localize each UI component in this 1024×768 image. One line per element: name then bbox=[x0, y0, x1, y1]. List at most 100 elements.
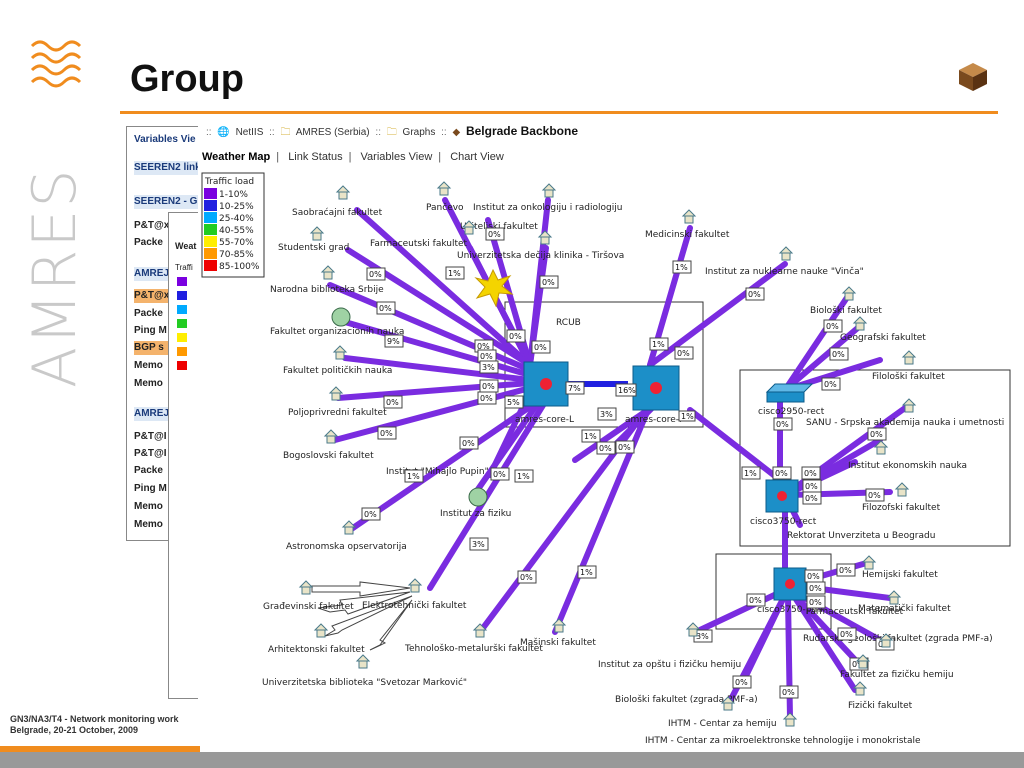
footer-date: Belgrade, 20-21 October, 2009 bbox=[10, 725, 139, 735]
node-label[interactable]: Farmaceutski fakultet bbox=[370, 239, 468, 249]
node-labels: Saobraćajni fakultet Studentski grad Far… bbox=[262, 202, 1004, 746]
house-icon bbox=[335, 185, 351, 200]
node-label[interactable]: Građevinski fakultet bbox=[263, 602, 354, 612]
traffic-percent: 0% bbox=[832, 350, 845, 359]
node-label[interactable]: Bogoslovski fakultet bbox=[283, 451, 374, 461]
traffic-percent: 0% bbox=[462, 439, 475, 448]
traffic-percent: 0% bbox=[509, 332, 522, 341]
legend-item: 85-100% bbox=[219, 262, 260, 272]
house-icon bbox=[778, 246, 794, 261]
house-icon bbox=[855, 654, 871, 669]
node-label[interactable]: Rudarsko geološki fakultet (zgrada PMF-a… bbox=[803, 633, 993, 644]
traffic-percent: 9% bbox=[387, 337, 400, 346]
router-label: amres-core-P bbox=[625, 415, 685, 425]
node-label[interactable]: Rektorat Unverziteta u Beogradu bbox=[787, 531, 935, 541]
node-label[interactable]: Institut za opštu i fizičku hemiju bbox=[598, 659, 741, 670]
traffic-percent: 0% bbox=[534, 343, 547, 352]
node-label[interactable]: Studentski grad bbox=[278, 243, 349, 253]
node-label[interactable]: Institut za nuklearne nauke "Vinča" bbox=[705, 266, 864, 277]
node-label[interactable]: Filološki fakultet bbox=[872, 371, 945, 382]
node-label[interactable]: Biološki fakultet (zgrada PMF-a) bbox=[615, 694, 758, 705]
node-label[interactable]: Fizički fakultet bbox=[848, 700, 913, 711]
traffic-percent: 0% bbox=[868, 491, 881, 500]
house-icon bbox=[681, 209, 697, 224]
node-label[interactable]: Univerzitetska biblioteka "Svetozar Mark… bbox=[262, 677, 467, 688]
traffic-percent: 0% bbox=[599, 444, 612, 453]
house-icon bbox=[323, 429, 339, 444]
house-icon bbox=[341, 520, 357, 535]
traffic-percent: 1% bbox=[681, 412, 694, 421]
node-label[interactable]: Hemijski fakultet bbox=[862, 570, 938, 580]
house-icon bbox=[894, 482, 910, 497]
legend-item: 10-25% bbox=[219, 202, 254, 212]
node-label[interactable]: Elektrotehnički fakultet bbox=[362, 600, 467, 611]
node-label[interactable]: Filozofski fakultet bbox=[862, 503, 941, 513]
house-icon bbox=[782, 712, 798, 727]
node-label[interactable]: Arhitektonski fakultet bbox=[268, 645, 365, 655]
house-icon bbox=[861, 555, 877, 570]
node-label[interactable]: Institut za fiziku bbox=[440, 509, 511, 519]
traffic-percent: 0% bbox=[386, 398, 399, 407]
cube-icon bbox=[959, 63, 987, 91]
node-label[interactable]: Biološki fakultet bbox=[810, 305, 882, 316]
node-label[interactable]: SANU - Srpska akademija nauka i umetnost… bbox=[806, 418, 1004, 428]
house-icon bbox=[355, 654, 371, 669]
house-icon bbox=[328, 386, 344, 401]
traffic-percent: 0% bbox=[804, 469, 817, 478]
traffic-percent: 0% bbox=[493, 470, 506, 479]
node-label[interactable]: Medicinski fakultet bbox=[645, 230, 730, 240]
node-label[interactable]: Astronomska opservatorija bbox=[286, 542, 407, 552]
switch-cisco2950[interactable]: cisco2950-rect bbox=[758, 383, 825, 417]
traffic-percent: 0% bbox=[775, 469, 788, 478]
house-icon bbox=[332, 345, 348, 360]
router-label: amres-core-L bbox=[515, 415, 574, 425]
node-label[interactable]: Poljoprivredni fakultet bbox=[288, 408, 387, 418]
traffic-percent: 3% bbox=[696, 632, 709, 641]
traffic-percent: 0% bbox=[542, 278, 555, 287]
house-icon bbox=[551, 618, 567, 633]
amres-logo-icon bbox=[30, 40, 82, 88]
traffic-percent: 1% bbox=[448, 269, 461, 278]
node-label[interactable]: Mašinski fakultet bbox=[520, 637, 596, 648]
node-label[interactable]: Saobraćajni fakultet bbox=[292, 207, 383, 218]
traffic-percent: 1% bbox=[652, 340, 665, 349]
traffic-percent: 0% bbox=[809, 598, 822, 607]
slide-title: Group bbox=[130, 58, 244, 100]
footer-event: GN3/NA3/T4 - Network monitoring work bbox=[10, 714, 179, 724]
traffic-percent: 0% bbox=[748, 290, 761, 299]
house-icon bbox=[298, 580, 314, 595]
node-label[interactable]: Institut "Mihajlo Pupin" bbox=[386, 467, 489, 477]
house-icon bbox=[541, 183, 557, 198]
legend-item: 70-85% bbox=[219, 250, 254, 260]
node-label[interactable]: Fakultet organizacionih nauka bbox=[270, 327, 404, 337]
house-icon bbox=[320, 265, 336, 280]
node-label[interactable]: IHTM - Centar za hemiju bbox=[668, 719, 777, 729]
traffic-percent: 0% bbox=[782, 688, 795, 697]
brand-vertical-text: AMRES bbox=[20, 167, 90, 389]
node-label[interactable]: IHTM - Centar za mikroelektronske tehnol… bbox=[645, 736, 921, 746]
traffic-percent: 1% bbox=[517, 472, 530, 481]
traffic-percent: 0% bbox=[488, 230, 501, 239]
panel-header: Weat bbox=[175, 241, 197, 251]
node-label[interactable]: Institut ekonomskih nauka bbox=[848, 461, 967, 471]
group-label: RCUB bbox=[556, 318, 581, 328]
node-label[interactable]: Geografski fakultet bbox=[840, 333, 926, 343]
traffic-percent: 0% bbox=[839, 566, 852, 575]
node-label[interactable]: Fakultet za fizičku hemiju bbox=[840, 669, 954, 680]
node-label[interactable]: Narodna biblioteka Srbije bbox=[270, 285, 384, 295]
traffic-percent: 1% bbox=[407, 472, 420, 481]
traffic-percent: 1% bbox=[580, 568, 593, 577]
footer-gray-band bbox=[0, 752, 1024, 768]
node-label[interactable]: Univerzitetska dečija klinika - Tiršova bbox=[457, 250, 624, 261]
traffic-percent: 0% bbox=[807, 572, 820, 581]
node-label[interactable]: Pančevo bbox=[426, 202, 464, 213]
house-icon bbox=[685, 622, 701, 637]
router-core-l[interactable]: amres-core-L bbox=[515, 361, 574, 425]
node-label[interactable]: Institut za onkologiju i radiologiju bbox=[473, 203, 622, 213]
title-divider bbox=[120, 111, 998, 114]
traffic-percent: 0% bbox=[805, 494, 818, 503]
traffic-percent: 5% bbox=[507, 398, 520, 407]
router-label: cisco3750-rect bbox=[750, 517, 817, 527]
house-icon bbox=[852, 681, 868, 696]
node-label[interactable]: Fakultet političkih nauka bbox=[283, 365, 392, 376]
